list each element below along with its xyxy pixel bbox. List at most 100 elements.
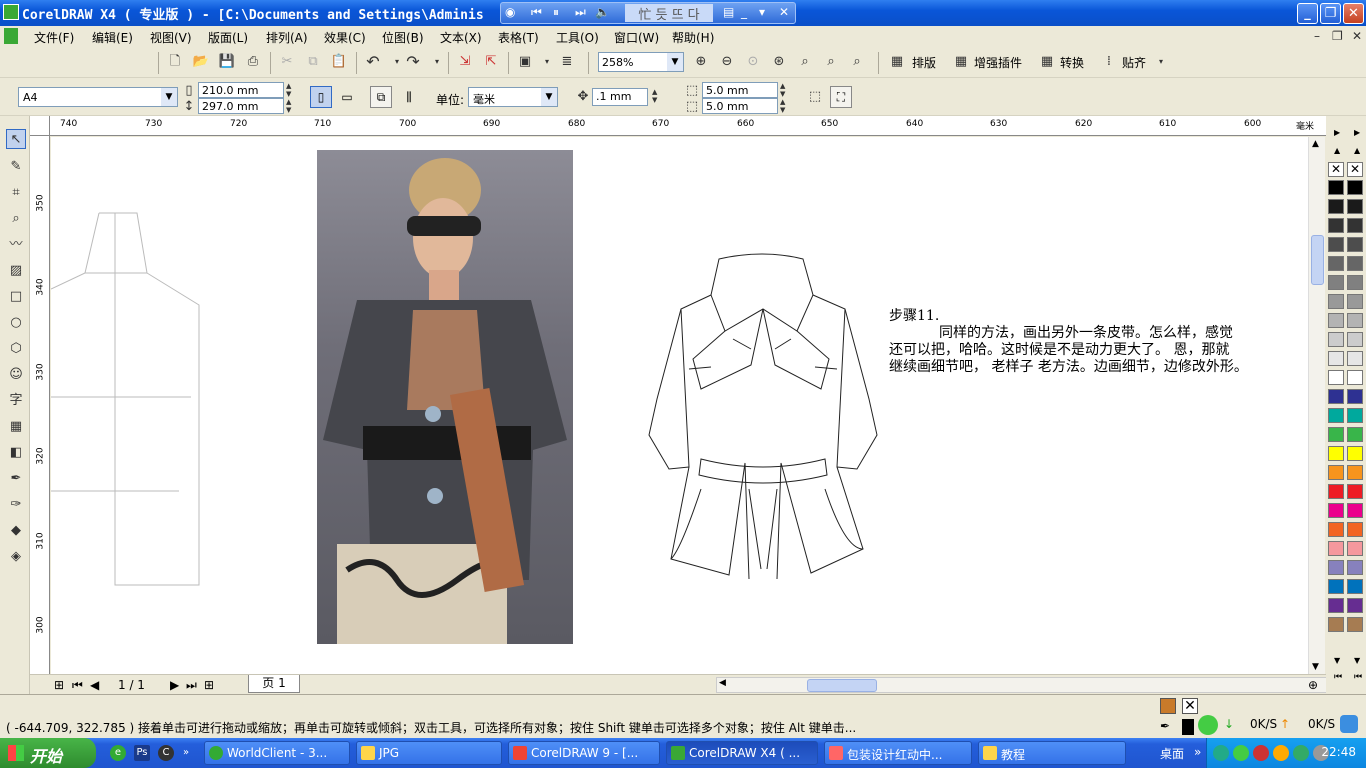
color-swatch[interactable]: [1347, 446, 1363, 461]
color-swatch[interactable]: [1347, 218, 1363, 233]
toolbar-more-icon[interactable]: »: [1194, 745, 1201, 759]
color-swatch[interactable]: [1328, 294, 1344, 309]
body-template-outline[interactable]: [51, 207, 211, 607]
outline-tool-icon[interactable]: ✑: [6, 495, 26, 515]
restore-button[interactable]: ❐: [1320, 3, 1341, 24]
crop-tool-icon[interactable]: ⌗: [6, 183, 26, 203]
welcome-screen-icon[interactable]: ≣: [558, 53, 576, 71]
redo-icon[interactable]: ↷: [404, 53, 422, 71]
zoom-height-icon[interactable]: ⌕: [848, 53, 866, 71]
color-swatch[interactable]: [1328, 408, 1344, 423]
print-icon[interactable]: ⎙: [244, 53, 262, 71]
page-tab[interactable]: 页 1: [248, 675, 300, 693]
color-swatch[interactable]: [1328, 560, 1344, 575]
horizontal-ruler[interactable]: 740 730 720 710 700 690 680 670 660 650 …: [50, 116, 1326, 136]
freehand-tool-icon[interactable]: 〰: [6, 235, 26, 255]
polygon-tool-icon[interactable]: ⬡: [6, 339, 26, 359]
task-coreldraw9[interactable]: CorelDRAW 9 - [...: [508, 741, 660, 765]
close-button[interactable]: ✕: [1343, 3, 1364, 24]
layout-button[interactable]: 排版: [912, 54, 936, 71]
minimize-media-icon[interactable]: _: [741, 5, 747, 19]
color-swatch[interactable]: [1328, 446, 1344, 461]
scroll-down-icon[interactable]: ▼: [1312, 662, 1319, 672]
globe-icon[interactable]: ◉: [505, 5, 515, 19]
color-swatch[interactable]: [1328, 389, 1344, 404]
vertical-ruler[interactable]: 350 340 330 320 310 300: [30, 136, 50, 674]
rectangle-tool-icon[interactable]: □: [6, 287, 26, 307]
add-page-after-icon[interactable]: ⊞: [204, 678, 214, 692]
color-swatch[interactable]: [1347, 465, 1363, 480]
chevron-down-icon[interactable]: ▼: [161, 88, 177, 106]
color-swatch[interactable]: [1328, 484, 1344, 499]
browser-quicklaunch-icon[interactable]: e: [110, 745, 126, 761]
outline-pen-icon[interactable]: ✒: [1160, 719, 1176, 735]
ruler-origin[interactable]: [30, 116, 50, 136]
zoom-all-icon[interactable]: ⊛: [770, 53, 788, 71]
no-color-swatch[interactable]: ✕: [1328, 162, 1344, 177]
basic-shapes-tool-icon[interactable]: ☺: [6, 365, 26, 385]
duplicate-x-field[interactable]: 5.0 mm: [702, 82, 778, 98]
color-swatch[interactable]: [1328, 199, 1344, 214]
next-page-icon[interactable]: ▶: [170, 678, 179, 692]
vertical-scrollbar[interactable]: ▲ ▼: [1308, 137, 1325, 674]
desktop-toolbar-label[interactable]: 桌面: [1160, 745, 1184, 762]
start-button[interactable]: 开始: [0, 738, 96, 768]
convert-button[interactable]: 转换: [1060, 54, 1084, 71]
coreldraw-app-icon[interactable]: [3, 4, 19, 20]
tray-shield-icon[interactable]: [1293, 745, 1309, 761]
pick-tool-icon[interactable]: ↖: [6, 129, 26, 149]
color-swatch[interactable]: [1328, 218, 1344, 233]
color-swatch[interactable]: [1328, 503, 1344, 518]
palette-end-icon[interactable]: ⏮: [1334, 672, 1342, 682]
dropdown-icon[interactable]: ▾: [759, 5, 765, 19]
task-jpg-folder[interactable]: JPG: [356, 741, 502, 765]
nudge-spinner[interactable]: ▲ ▼: [652, 88, 662, 106]
document-icon[interactable]: [4, 28, 18, 44]
zoom-page-icon[interactable]: ⌕: [796, 53, 814, 71]
color-swatch[interactable]: [1347, 199, 1363, 214]
nudge-distance-field[interactable]: .1 mm: [592, 88, 648, 106]
export-icon[interactable]: ⇱: [482, 53, 500, 71]
scroll-up-icon[interactable]: ▲: [1312, 139, 1319, 149]
palette-end-icon[interactable]: ⏮: [1354, 672, 1362, 682]
menu-arrange[interactable]: 排列(A): [266, 29, 308, 46]
color-swatch[interactable]: [1347, 370, 1363, 385]
launcher-dropdown-icon[interactable]: ▾: [538, 53, 556, 71]
palette-down-icon[interactable]: ▼: [1354, 656, 1360, 665]
tray-app-icon[interactable]: [1233, 745, 1249, 761]
snap-to-page-button[interactable]: ⛶: [830, 86, 852, 108]
color-swatch[interactable]: [1328, 598, 1344, 613]
table-tool-icon[interactable]: ▦: [6, 417, 26, 437]
vertical-scroll-thumb[interactable]: [1311, 235, 1324, 285]
network-monitor-icon[interactable]: [1198, 715, 1218, 735]
treat-as-filled-icon[interactable]: ⬚: [806, 88, 824, 106]
color-swatch[interactable]: [1347, 560, 1363, 575]
interactive-fill-tool-icon[interactable]: ◈: [6, 547, 26, 567]
shape-tool-icon[interactable]: ✎: [6, 157, 26, 177]
current-page-button[interactable]: ⫼: [398, 86, 420, 108]
color-swatch[interactable]: [1328, 275, 1344, 290]
first-page-icon[interactable]: ⏮: [72, 678, 83, 693]
volume-icon[interactable]: 🔈: [595, 5, 610, 19]
color-swatch[interactable]: [1347, 579, 1363, 594]
photoshop-quicklaunch-icon[interactable]: Ps: [134, 745, 150, 761]
save-icon[interactable]: 💾: [218, 53, 236, 71]
menu-icon[interactable]: ▤: [723, 5, 734, 19]
color-swatch[interactable]: [1347, 180, 1363, 195]
eyedropper-tool-icon[interactable]: ✒: [6, 469, 26, 489]
color-swatch[interactable]: [1328, 256, 1344, 271]
palette-flyout-icon[interactable]: ▶: [1334, 128, 1340, 137]
color-swatch[interactable]: [1328, 617, 1344, 632]
menu-effects[interactable]: 效果(C): [324, 29, 366, 46]
portrait-button[interactable]: ▯: [310, 86, 332, 108]
application-launcher-icon[interactable]: ▣: [516, 53, 534, 71]
color-swatch[interactable]: [1328, 579, 1344, 594]
color-swatch[interactable]: [1347, 427, 1363, 442]
color-swatch[interactable]: [1347, 237, 1363, 252]
menu-text[interactable]: 文本(X): [440, 29, 482, 46]
snap-button[interactable]: 贴齐: [1122, 54, 1146, 71]
menu-help[interactable]: 帮助(H): [672, 29, 714, 46]
size-spinner[interactable]: ▲ ▼ ▲ ▼: [286, 82, 296, 114]
color-swatch[interactable]: [1347, 617, 1363, 632]
color-swatch[interactable]: [1328, 180, 1344, 195]
